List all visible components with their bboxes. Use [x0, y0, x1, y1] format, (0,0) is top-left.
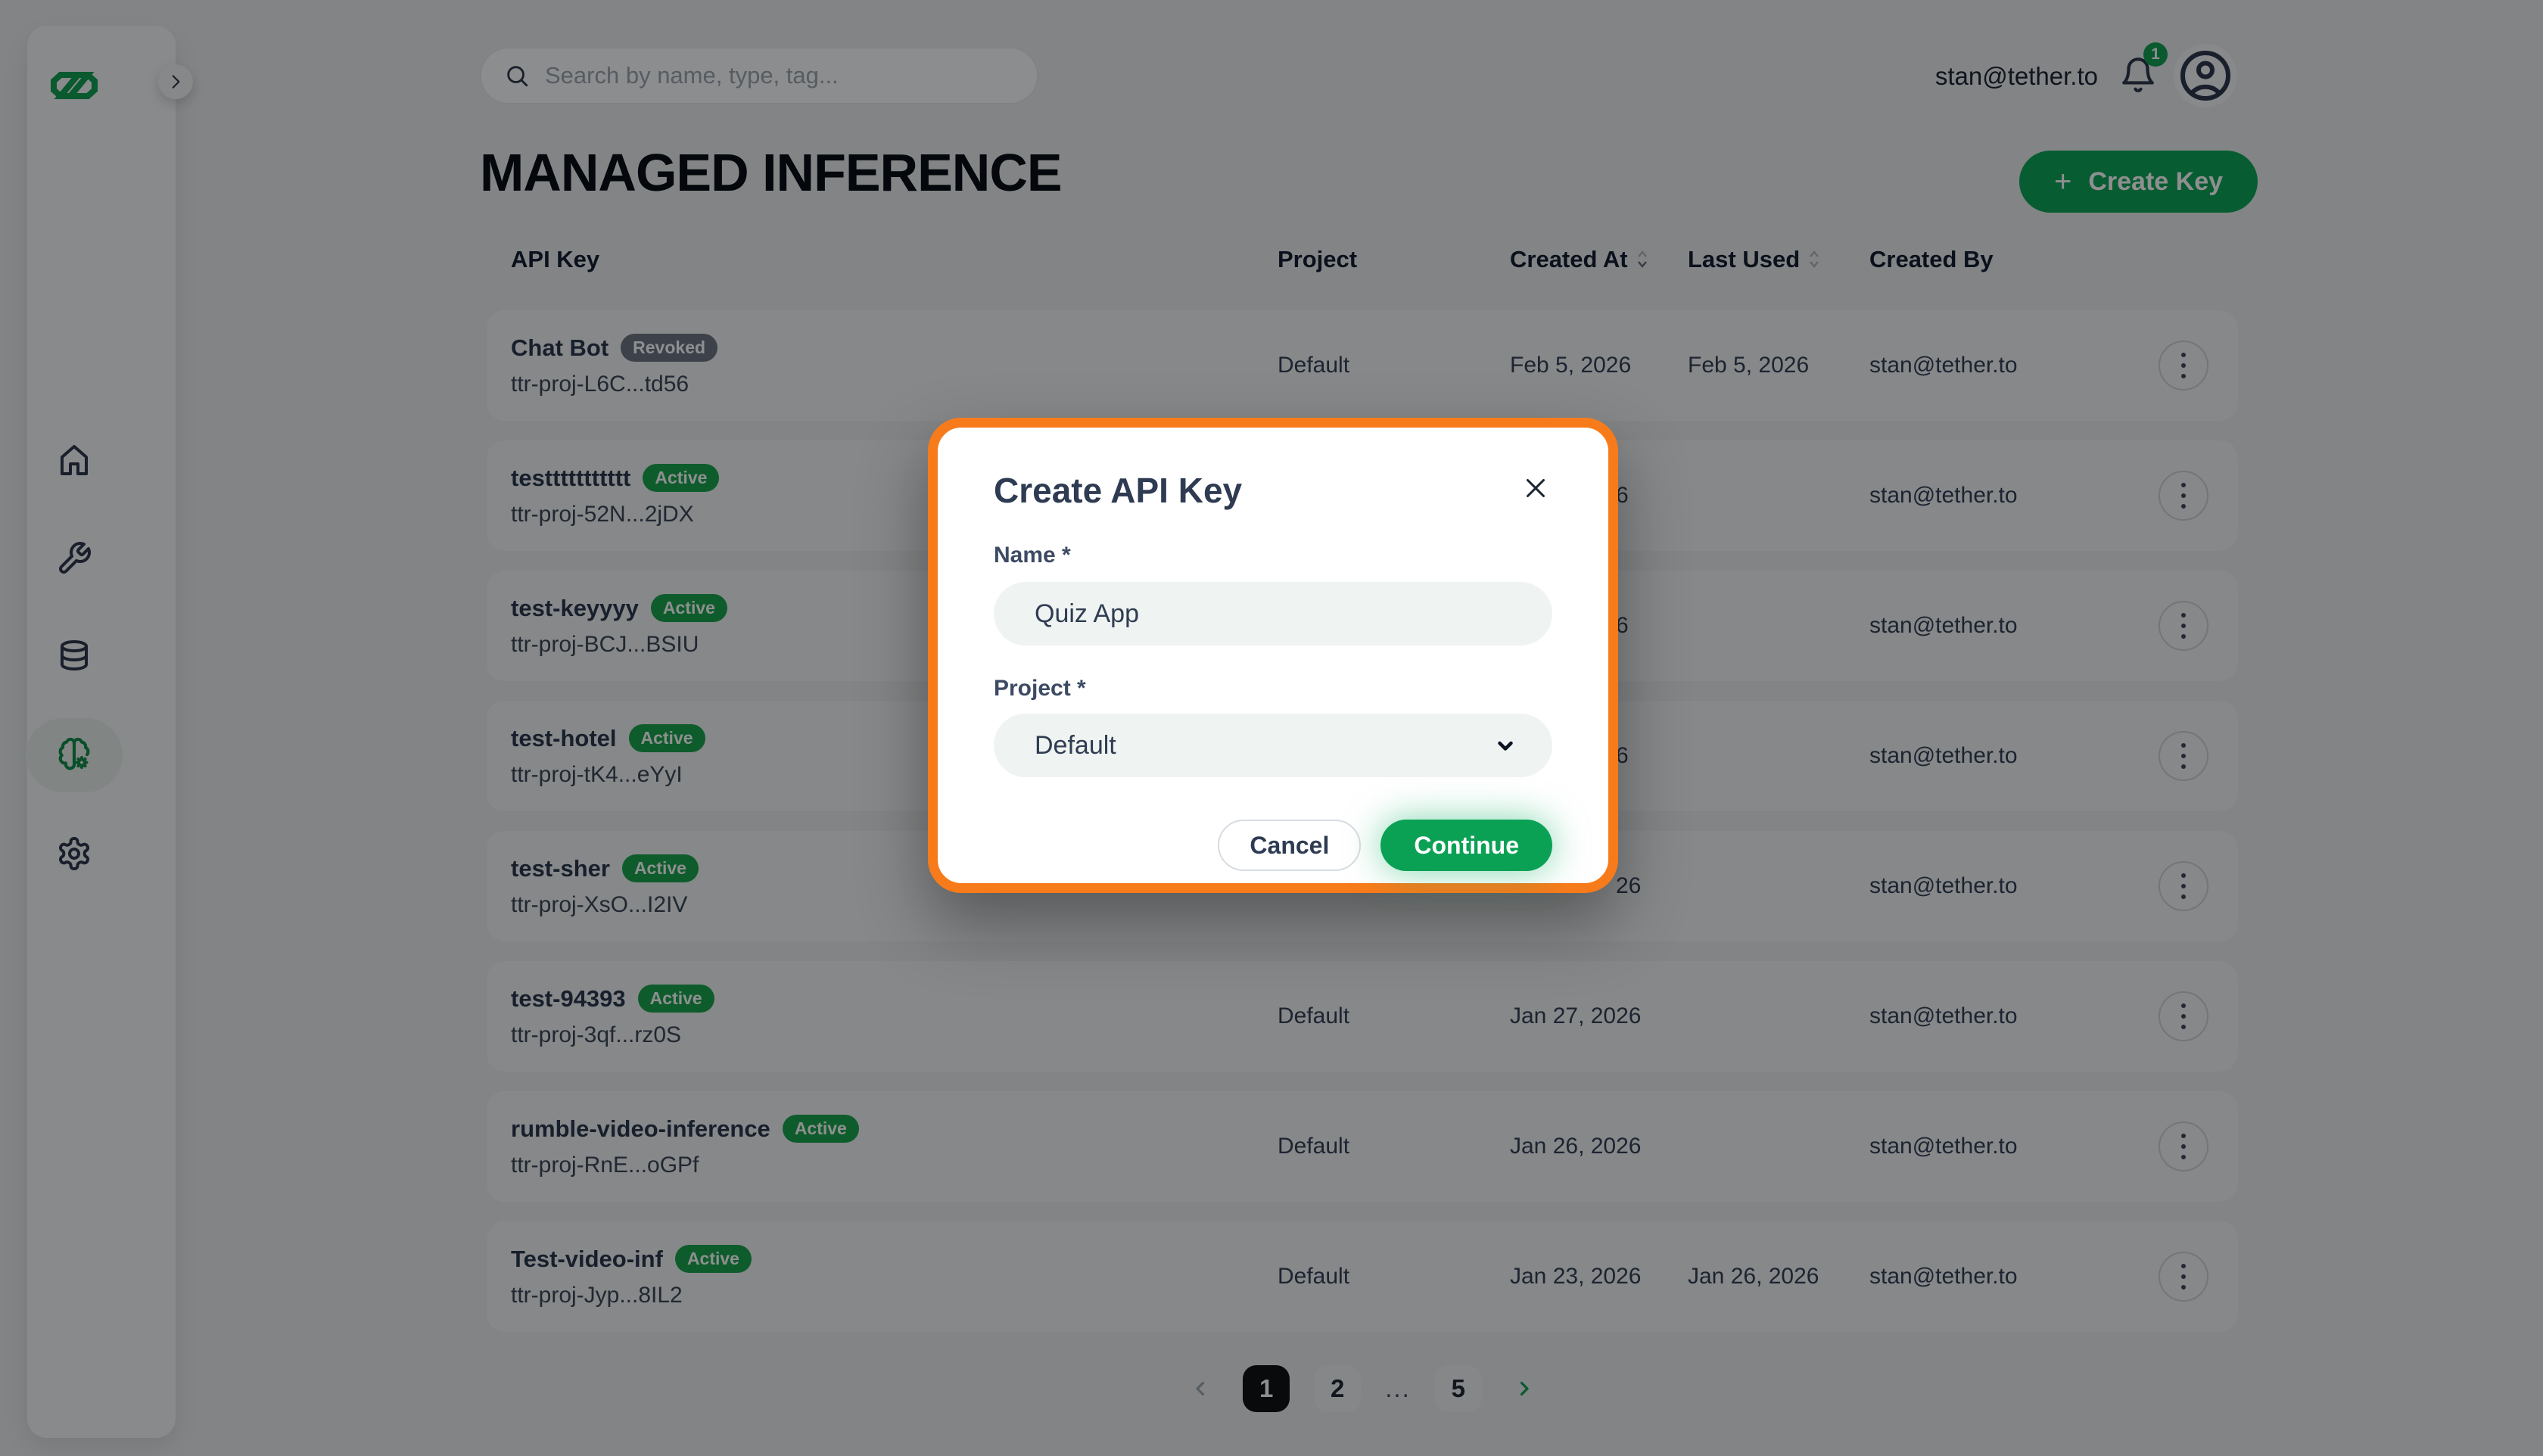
app-root: stan@tether.to 1 MANAGED INFERENCE + Cre… [0, 0, 2543, 1456]
cancel-button[interactable]: Cancel [1218, 820, 1361, 871]
name-field-label: Name * [994, 543, 1552, 568]
project-select[interactable]: Default [994, 714, 1552, 777]
continue-button[interactable]: Continue [1380, 820, 1552, 871]
project-field-label: Project * [994, 676, 1552, 702]
modal-close-button[interactable] [1519, 471, 1552, 507]
api-key-name-input[interactable] [994, 582, 1552, 646]
chevron-down-icon [1492, 732, 1519, 759]
close-icon [1522, 474, 1549, 502]
project-select-value: Default [1035, 731, 1116, 761]
create-api-key-modal: Create API Key Name * Project * Default … [928, 418, 1618, 893]
modal-title: Create API Key [994, 470, 1242, 511]
